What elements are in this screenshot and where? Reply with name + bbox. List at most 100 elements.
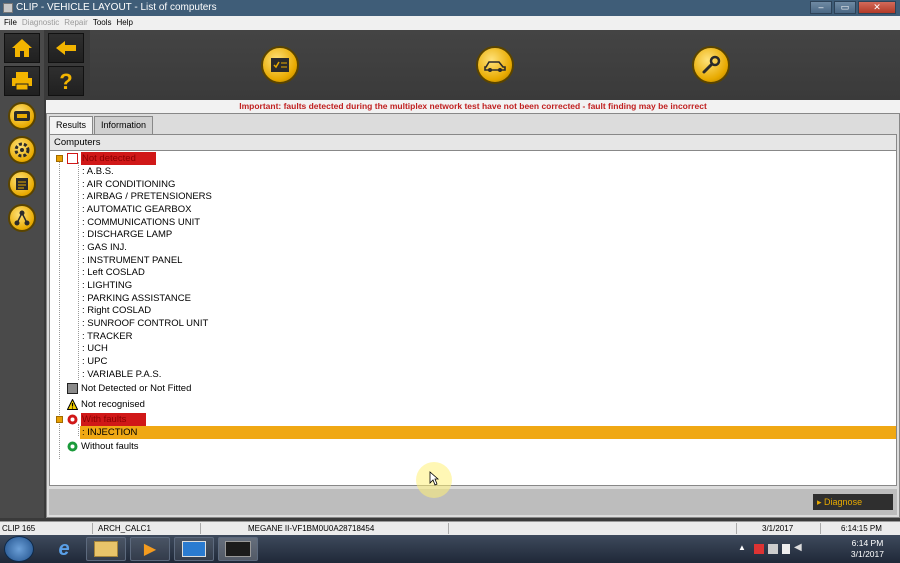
menu-tools[interactable]: Tools <box>93 16 112 30</box>
status-separator <box>200 523 201 534</box>
category-with-faults[interactable]: With faults <box>81 413 147 426</box>
tray-battery-icon[interactable] <box>782 544 790 554</box>
clip-app-icon <box>225 541 251 557</box>
menu-diagnostic[interactable]: Diagnostic <box>22 16 59 30</box>
tree-item[interactable]: : AUTOMATIC GEARBOX <box>82 203 191 216</box>
remote-desktop-icon <box>182 541 206 557</box>
menu-help[interactable]: Help <box>117 16 133 30</box>
results-panel: Computers Not detected : A.B.S. : AIR CO… <box>49 134 897 486</box>
tree-item[interactable]: : A.B.S. <box>82 165 114 178</box>
window-title: CLIP - VEHICLE LAYOUT - List of computer… <box>16 2 217 13</box>
taskbar: e ▶ ▲ ◀ 6:14 PM 3/1/2017 <box>0 535 900 563</box>
status-calc: ARCH_CALC1 <box>98 524 151 533</box>
printer-icon <box>12 72 32 91</box>
folder-icon <box>94 541 118 557</box>
status-version: CLIP 165 <box>2 524 36 533</box>
window-title-bar: CLIP - VEHICLE LAYOUT - List of computer… <box>0 0 900 16</box>
status-time: 6:14:15 PM <box>841 524 882 533</box>
menu-repair[interactable]: Repair <box>64 16 88 30</box>
status-separator <box>448 523 449 534</box>
tree-item[interactable]: : Left COSLAD <box>82 266 145 279</box>
tree-connector <box>78 162 79 380</box>
tree-item[interactable]: : UPC <box>82 355 107 368</box>
status-bar: CLIP 165 ARCH_CALC1 MEGANE II-VF1BM0U0A2… <box>0 521 900 535</box>
back-arrow-icon <box>56 41 76 55</box>
checklist-button[interactable] <box>261 46 299 84</box>
category-not-detected[interactable]: Not detected <box>81 152 156 165</box>
fault-warning-banner: Important: faults detected during the mu… <box>46 100 900 113</box>
home-icon <box>12 39 32 57</box>
cursor-highlight <box>416 462 452 498</box>
tray-network-icon[interactable] <box>768 544 778 554</box>
tray-clock[interactable]: 6:14 PM 3/1/2017 <box>851 538 884 560</box>
expand-toggle-with-faults[interactable] <box>56 416 63 423</box>
diagnose-label: Diagnose <box>824 497 863 507</box>
computers-column-header[interactable]: Computers <box>50 135 896 151</box>
documentation-button[interactable] <box>8 170 36 198</box>
tab-information[interactable]: Information <box>94 116 154 134</box>
tree-item[interactable]: : Right COSLAD <box>82 304 151 317</box>
ie-icon: e <box>58 537 70 560</box>
tree-item[interactable]: : AIRBAG / PRETENSIONERS <box>82 190 212 203</box>
network-diagram-icon <box>14 210 30 226</box>
start-button[interactable] <box>4 536 34 562</box>
main-panel: Results Information Computers Not detect… <box>46 113 900 518</box>
taskbar-ie[interactable]: e <box>44 537 84 561</box>
mouse-pointer-icon <box>429 471 439 486</box>
category-not-fitted[interactable]: Not Detected or Not Fitted <box>81 382 191 395</box>
taskbar-clip[interactable] <box>218 537 258 561</box>
tree-connector <box>78 424 79 436</box>
category-not-recognised[interactable]: Not recognised <box>81 398 145 411</box>
tree-item[interactable]: : VARIABLE P.A.S. <box>82 368 161 381</box>
action-bar: ▸ Diagnose <box>49 489 897 515</box>
vehicle-test-button[interactable] <box>476 46 514 84</box>
help-button[interactable]: ? <box>48 66 84 96</box>
diagnose-button[interactable]: ▸ Diagnose <box>813 494 893 510</box>
settings-module-button[interactable] <box>8 136 36 164</box>
tree-item[interactable]: : UCH <box>82 342 108 355</box>
home-button[interactable] <box>4 33 40 63</box>
gears-icon <box>14 142 30 158</box>
top-toolbar <box>90 30 900 100</box>
status-separator <box>92 523 93 534</box>
vehicle-layout-button[interactable] <box>8 102 36 130</box>
tray-app-icon[interactable] <box>754 544 764 554</box>
minimize-button[interactable]: – <box>810 1 832 14</box>
checklist-icon <box>271 58 289 72</box>
maximize-button[interactable]: ▭ <box>834 1 856 14</box>
tab-results[interactable]: Results <box>49 116 94 135</box>
print-button[interactable] <box>4 66 40 96</box>
warning-icon <box>67 399 78 410</box>
ok-icon <box>67 441 78 452</box>
close-button[interactable]: ✕ <box>858 1 896 14</box>
tree-item[interactable]: : SUNROOF CONTROL UNIT <box>82 317 208 330</box>
expand-toggle-not-detected[interactable] <box>56 155 63 162</box>
menu-file[interactable]: File <box>4 16 17 30</box>
tree-connector <box>59 159 60 459</box>
fault-icon <box>67 414 78 425</box>
not-detected-icon <box>67 153 78 164</box>
computers-tree: Not detected : A.B.S. : AIR CONDITIONING… <box>50 152 896 485</box>
category-without-faults[interactable]: Without faults <box>81 440 139 453</box>
network-diagram-button[interactable] <box>8 204 36 232</box>
network-module-icon <box>14 111 30 121</box>
vehicle-icon <box>484 61 506 72</box>
tray-expand-icon[interactable]: ▲ <box>738 543 746 552</box>
tab-strip: Results Information <box>47 116 154 135</box>
help-icon: ? <box>59 70 72 92</box>
wrench-icon <box>702 55 721 74</box>
tree-item-selected[interactable]: : INJECTION <box>80 426 896 439</box>
tree-item[interactable]: : LIGHTING <box>82 279 132 292</box>
tree-item[interactable]: : GAS INJ. <box>82 241 127 254</box>
back-button[interactable] <box>48 33 84 63</box>
taskbar-remote-desktop[interactable] <box>174 537 214 561</box>
not-fitted-icon <box>67 383 78 394</box>
repair-button[interactable] <box>692 46 730 84</box>
app-icon <box>3 3 13 13</box>
taskbar-explorer[interactable] <box>86 537 126 561</box>
status-vehicle: MEGANE II-VF1BM0U0A28718454 <box>248 524 375 533</box>
tree-item[interactable]: : DISCHARGE LAMP <box>82 228 172 241</box>
taskbar-media-player[interactable]: ▶ <box>130 537 170 561</box>
tray-volume-icon[interactable]: ◀ <box>794 542 802 553</box>
status-separator <box>736 523 737 534</box>
